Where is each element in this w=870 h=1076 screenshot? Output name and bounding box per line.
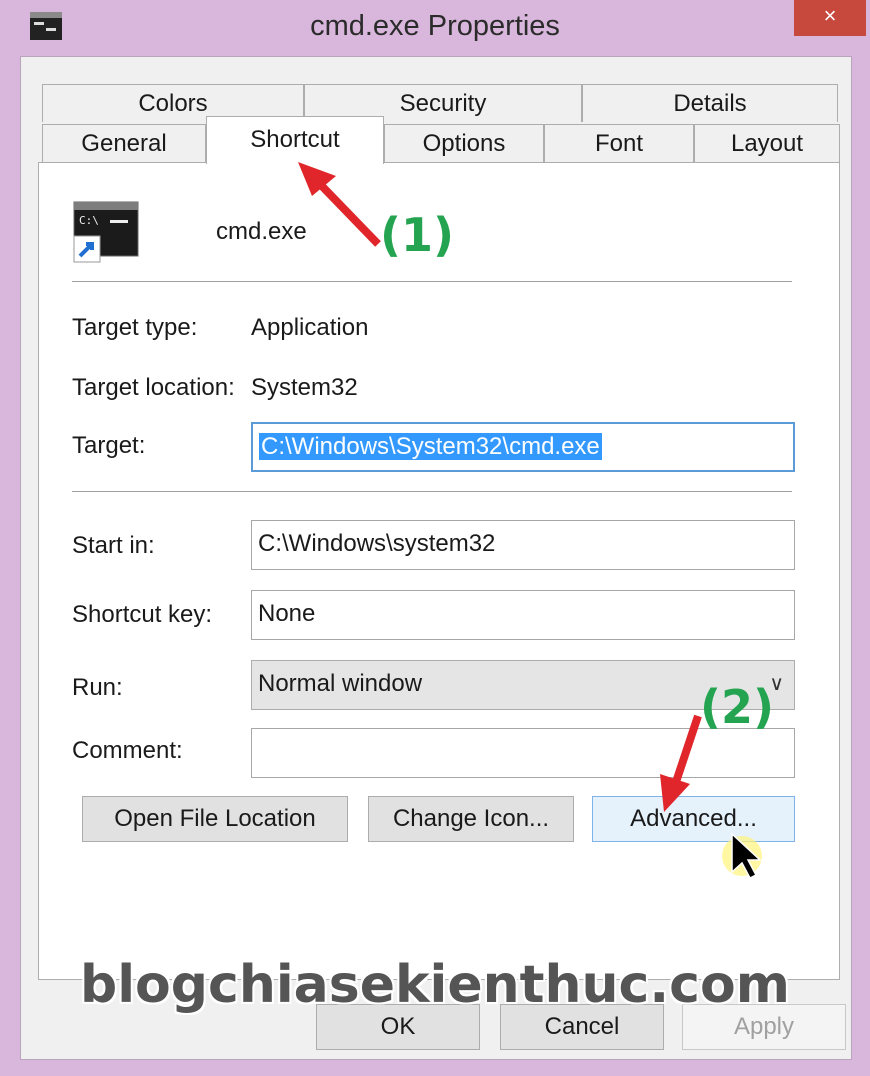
properties-window: cmd.exe Properties × Colors Security Det…: [0, 0, 870, 1076]
red-arrow-icon: [660, 714, 702, 812]
watermark: blogchiasekienthuc.com: [80, 955, 790, 1015]
annotation-overlay: [298, 162, 762, 879]
red-arrow-icon: [298, 162, 381, 247]
mouse-cursor-icon: [722, 832, 762, 879]
